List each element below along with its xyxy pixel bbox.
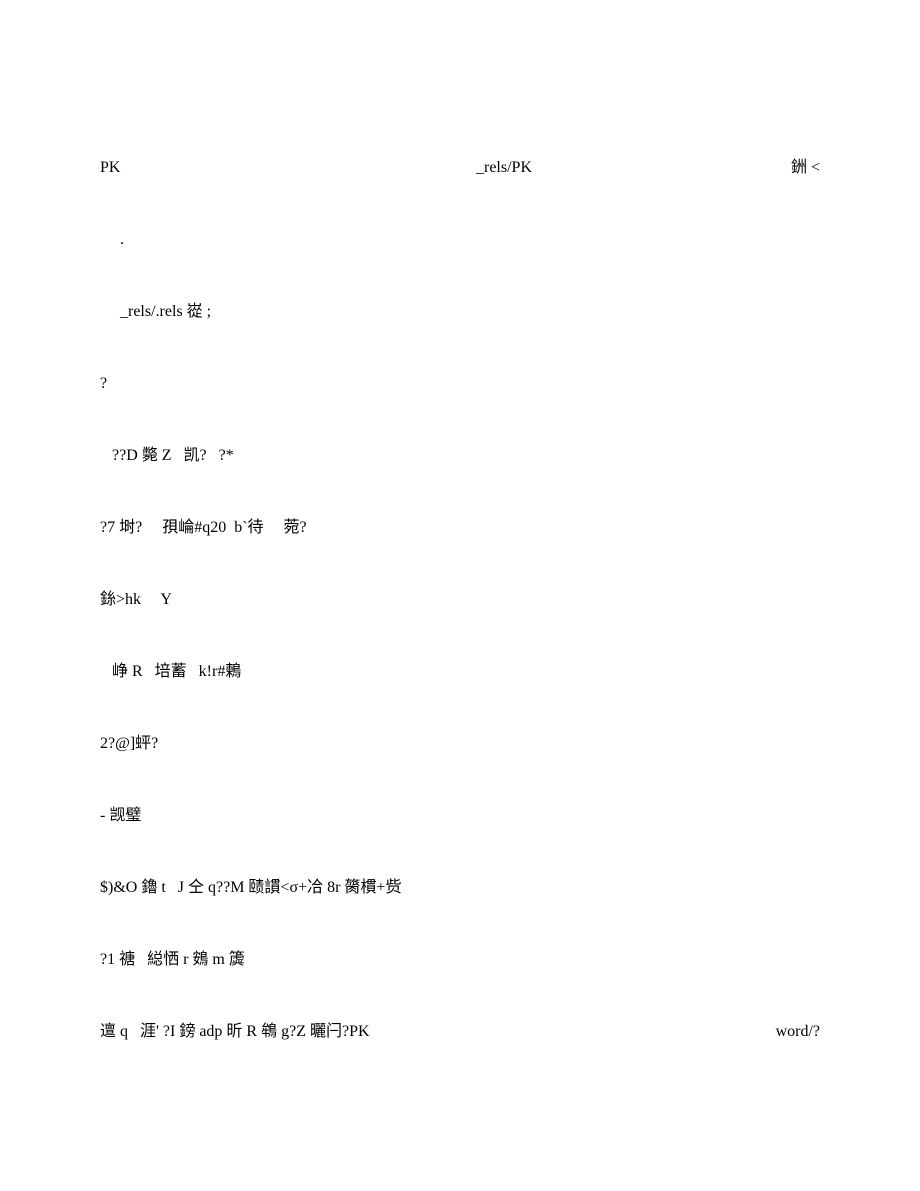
text-line-9: 2?@]蚲? [100,732,820,756]
text-line-12: ?1 禟 縂恓 r 鴳 m 簴 [100,948,820,972]
text-line-7: 銯>hk Y [100,588,820,612]
text-line-1: PK _rels/PK 銂 < [100,156,820,180]
text-segment: PK [100,156,120,180]
text-segment: 邅 q 涯' ?I 鎊 adp 昕 R 鴾 g?Z 曬闩?PK [100,1020,370,1044]
text-segment: _rels/PK [476,156,532,180]
text-line-6: ?7 埘? 孭崘#q20 b`待 菀? [100,516,820,540]
text-line-13: 邅 q 涯' ?I 鎊 adp 昕 R 鴾 g?Z 曬闩?PK word/? [100,1020,820,1044]
text-line-4: ? [100,372,820,396]
text-line-5: ??D 斃 Z 凯? ?* [100,444,820,468]
raw-binary-text: PK _rels/PK 銂 < . _rels/.rels 嵸 ; ? ??D … [100,108,820,1068]
text-line-3: _rels/.rels 嵸 ; [100,300,820,324]
text-line-8: 峥 R 培蓄 k!r#鶫 [100,660,820,684]
text-line-11: $)&O 鑥 t J 仝 q??M 赜謴<σ+冾 8r 膐樌+赀 [100,876,820,900]
text-segment: word/? [776,1020,820,1044]
text-segment: 銂 < [791,156,820,180]
text-line-10: - 觊璧 [100,804,820,828]
text-line-2: . [100,228,820,252]
